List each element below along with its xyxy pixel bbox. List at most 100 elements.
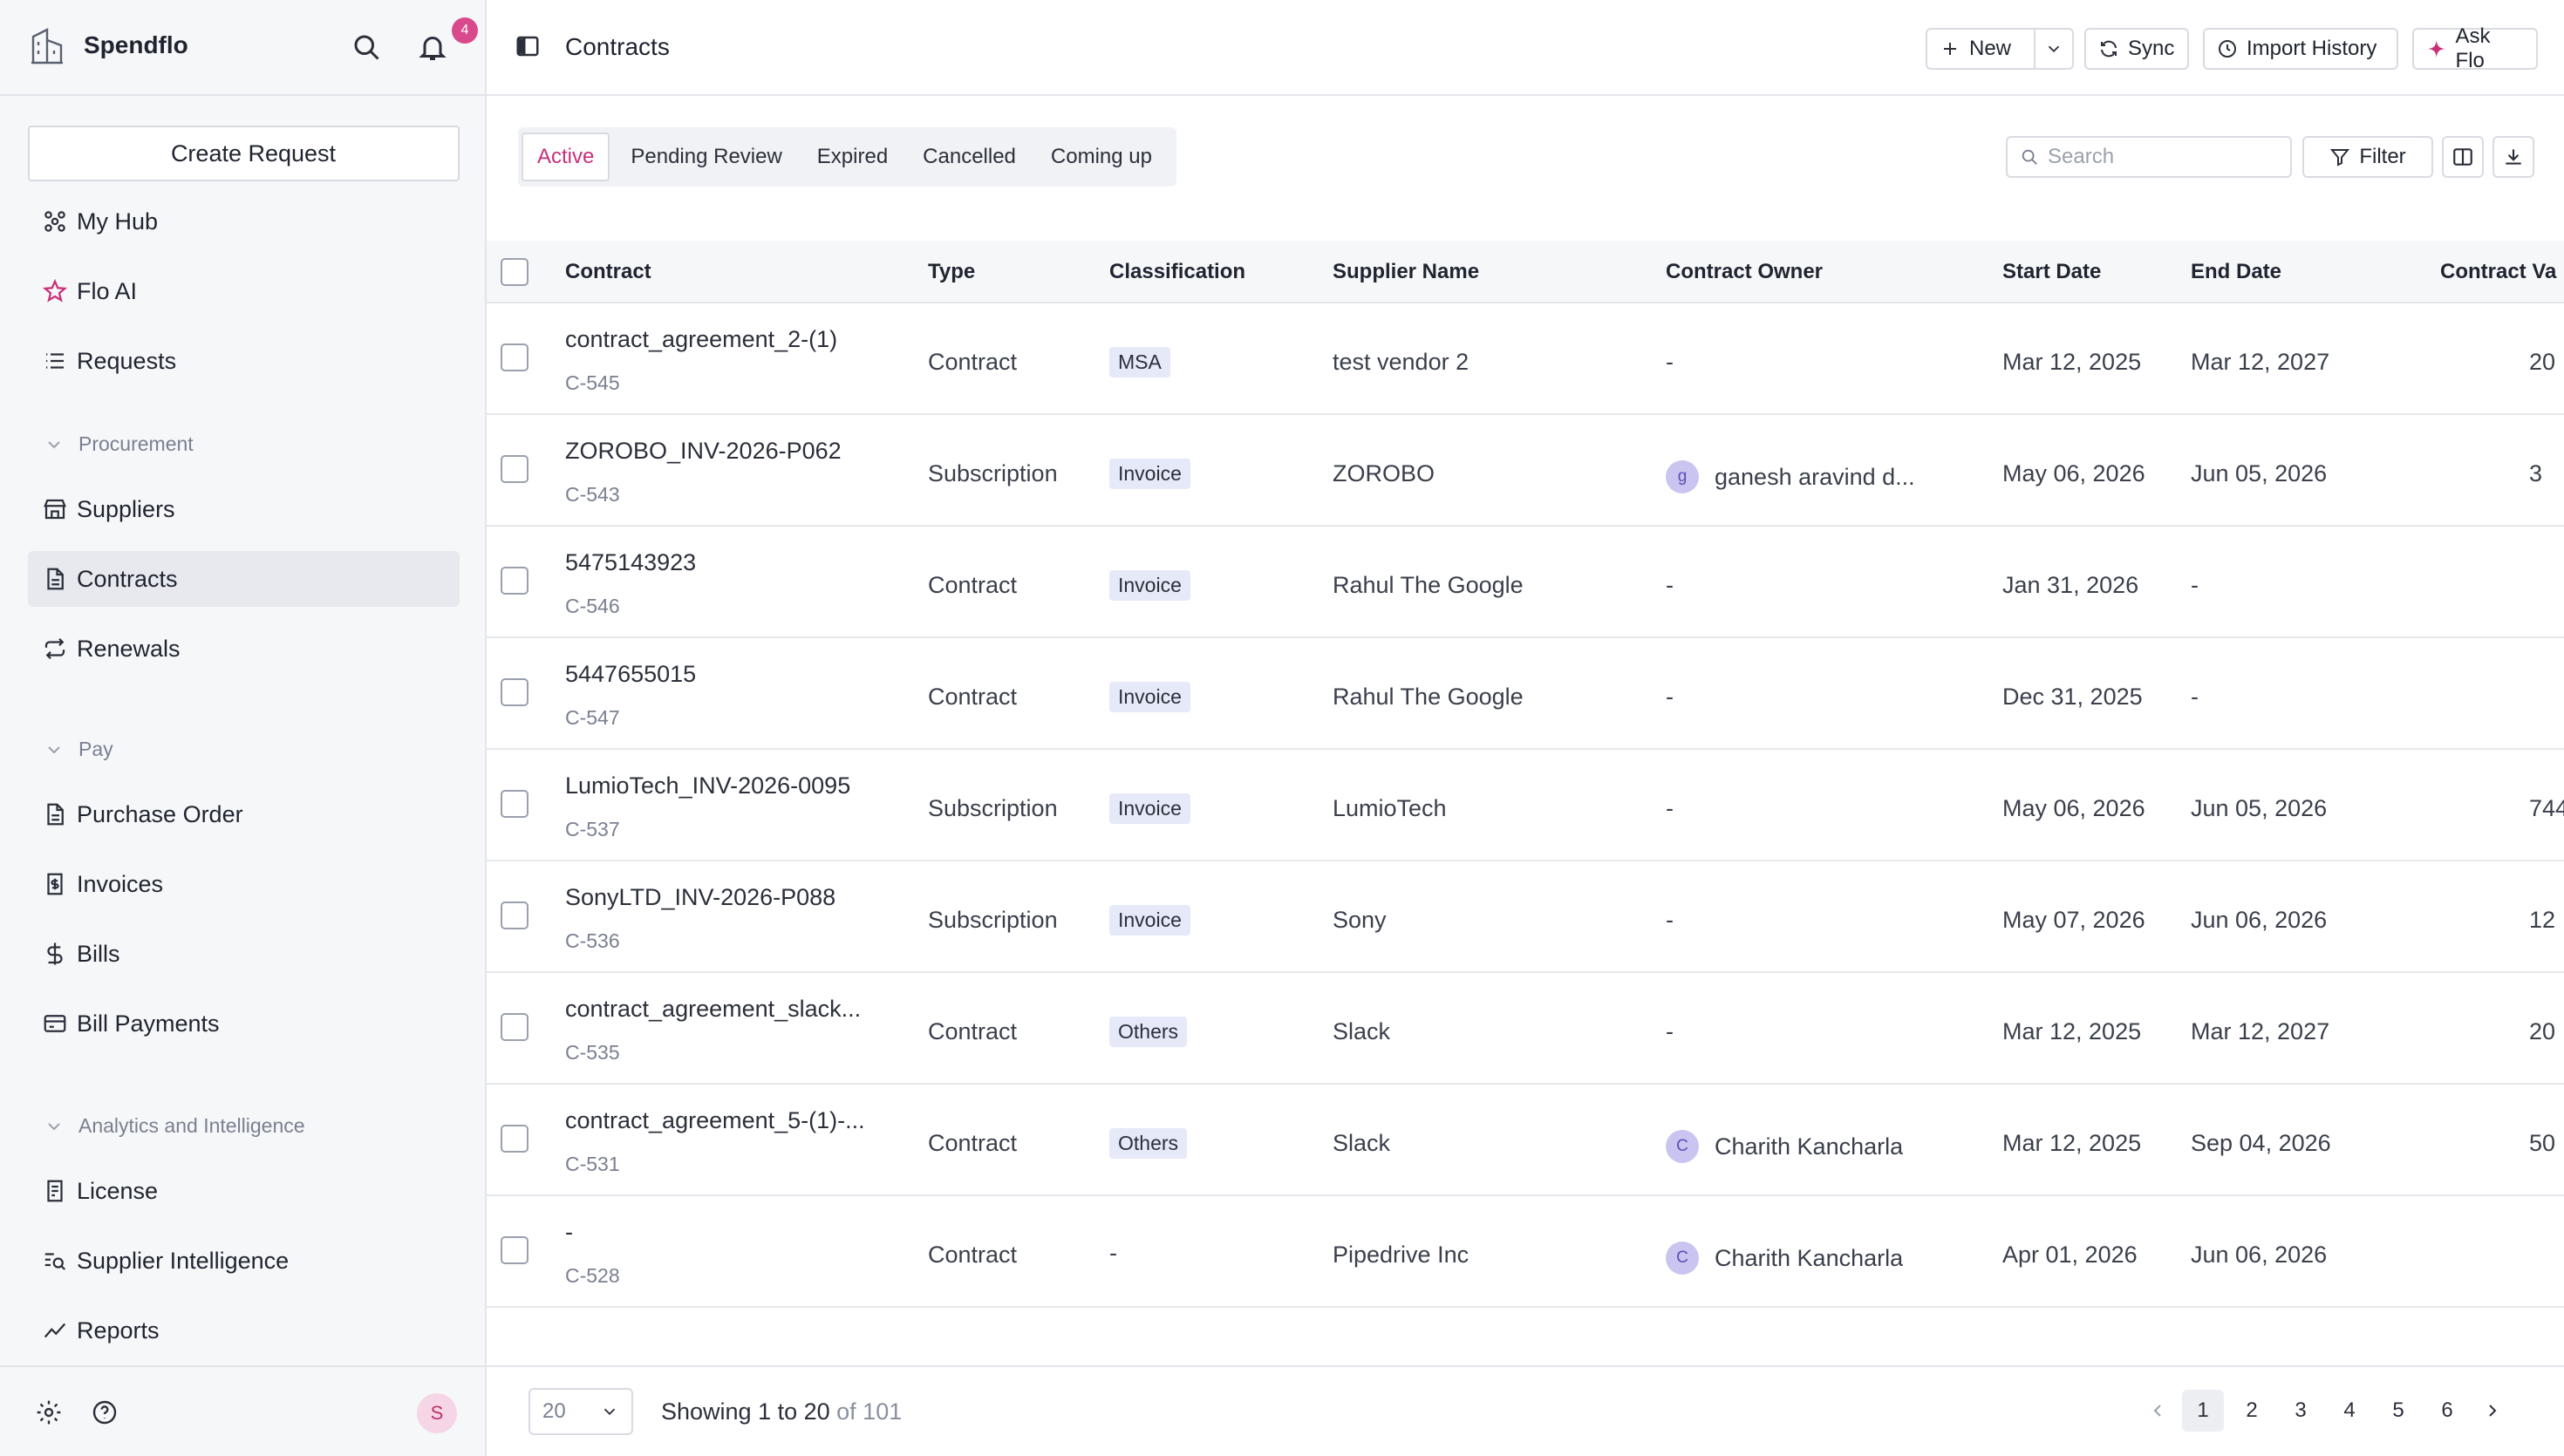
tab-active[interactable]: Active [522, 133, 610, 181]
search-input[interactable] [2048, 145, 2283, 169]
chevron-right-icon[interactable] [2482, 1400, 2503, 1421]
import-history-button[interactable]: Import History [2203, 28, 2398, 70]
sidebar-toggle-icon[interactable] [515, 33, 541, 59]
table-row[interactable]: contract_agreement_slack... C-535 Contract… [487, 973, 2564, 1085]
download-button[interactable] [2492, 136, 2534, 178]
row-checkbox[interactable] [501, 1013, 528, 1041]
page-number[interactable]: 2 [2231, 1390, 2273, 1432]
list-icon [46, 353, 64, 369]
sidebar-item-purchase-order[interactable]: Purchase Order [28, 786, 460, 842]
column-header-classification[interactable]: Classification [1109, 260, 1245, 284]
tab-expired[interactable]: Expired [803, 133, 902, 181]
contract-type: Subscription [928, 795, 1058, 821]
tab-pending-review[interactable]: Pending Review [617, 133, 795, 181]
row-checkbox[interactable] [501, 678, 528, 706]
table-row[interactable]: LumioTech_INV-2026-0095 C-537 Subscription… [487, 750, 2564, 861]
row-checkbox[interactable] [501, 344, 528, 371]
sidebar-item-flo-ai[interactable]: Flo AI [28, 263, 460, 319]
search-list-icon [44, 1253, 66, 1270]
create-request-button[interactable]: Create Request [28, 126, 460, 181]
sidebar-item-requests[interactable]: Requests [28, 333, 460, 389]
sidebar-item-label: Bills [77, 940, 120, 967]
sidebar-item-my-hub[interactable]: My Hub [28, 194, 460, 249]
help-icon[interactable] [91, 1398, 119, 1426]
chevron-left-icon[interactable] [2147, 1400, 2168, 1421]
table-row[interactable]: contract_agreement_5-(1)-... C-531 Contrac… [487, 1085, 2564, 1196]
page-number[interactable]: 3 [2280, 1390, 2322, 1432]
table-row[interactable]: contract_agreement_2-(1) C-545 Contract MSA… [487, 303, 2564, 415]
table-row[interactable]: SonyLTD_INV-2026-P088 C-536 Subscription In… [487, 861, 2564, 973]
chevron-down-icon [48, 1122, 60, 1130]
column-header-supplier[interactable]: Supplier Name [1333, 260, 1479, 284]
sidebar-item-suppliers[interactable]: Suppliers [28, 481, 460, 537]
sidebar-item-bills[interactable]: Bills [28, 926, 460, 982]
contract-name-link[interactable]: - [565, 1219, 573, 1246]
column-header-start-date[interactable]: Start Date [2002, 260, 2101, 284]
sidebar-item-license[interactable]: License [28, 1163, 460, 1219]
row-checkbox[interactable] [501, 455, 528, 483]
contract-type: Subscription [928, 460, 1058, 486]
row-checkbox[interactable] [501, 1125, 528, 1153]
user-avatar[interactable]: S [417, 1393, 457, 1433]
new-button[interactable]: New [1926, 28, 2036, 70]
new-dropdown-button[interactable] [2034, 28, 2074, 70]
contract-classification: Invoice [1109, 459, 1190, 489]
row-checkbox[interactable] [501, 567, 528, 595]
sidebar-item-contracts[interactable]: Contracts [28, 551, 460, 607]
contract-name-link[interactable]: contract_agreement_5-(1)-... [565, 1107, 865, 1134]
table-row[interactable]: - C-528 Contract - Pipedrive Inc C Charith Kan… [487, 1196, 2564, 1308]
search-icon[interactable] [351, 31, 382, 63]
classification-chip: Invoice [1109, 905, 1190, 936]
page-size-select[interactable]: 20 [528, 1388, 633, 1435]
filter-button[interactable]: Filter [2302, 136, 2433, 178]
sidebar-item-reports[interactable]: Reports [28, 1303, 460, 1358]
tab-cancelled[interactable]: Cancelled [909, 133, 1030, 181]
sidebar-item-invoices[interactable]: Invoices [28, 856, 460, 912]
bell-icon[interactable] [417, 31, 448, 63]
contract-name-link[interactable]: SonyLTD_INV-2026-P088 [565, 884, 835, 911]
section-analytics[interactable]: Analytics and Intelligence [44, 1114, 305, 1138]
ask-flo-button[interactable]: Ask Flo [2412, 24, 2538, 72]
section-pay[interactable]: Pay [44, 738, 113, 761]
contract-name-link[interactable]: ZOROBO_INV-2026-P062 [565, 438, 842, 465]
page-number[interactable]: 6 [2426, 1390, 2468, 1432]
sidebar-item-label: Suppliers [77, 495, 175, 522]
page-number[interactable]: 5 [2377, 1390, 2419, 1432]
column-header-owner[interactable]: Contract Owner [1666, 260, 1823, 284]
columns-button[interactable] [2442, 136, 2484, 178]
tab-coming-up[interactable]: Coming up [1037, 133, 1166, 181]
document-icon [47, 803, 64, 826]
page-number[interactable]: 4 [2329, 1390, 2370, 1432]
spendflo-logo-icon [31, 28, 63, 65]
table-row[interactable]: ZOROBO_INV-2026-P062 C-543 Subscription Inv… [487, 415, 2564, 527]
select-all-checkbox[interactable] [501, 258, 528, 286]
page-number[interactable]: 1 [2182, 1390, 2224, 1432]
sidebar-item-supplier-intelligence[interactable]: Supplier Intelligence [28, 1233, 460, 1289]
contract-name-link[interactable]: contract_agreement_slack... [565, 996, 861, 1023]
filter-icon [2330, 149, 2350, 167]
contract-id: C-528 [565, 1264, 620, 1287]
contract-owner: - [1666, 1018, 1674, 1045]
column-header-contract[interactable]: Contract [565, 260, 651, 284]
row-checkbox[interactable] [501, 1236, 528, 1264]
notification-badge: 4 [452, 17, 478, 44]
gear-icon[interactable] [35, 1398, 63, 1426]
contract-name-link[interactable]: contract_agreement_2-(1) [565, 326, 837, 353]
table-row[interactable]: 5475143923 C-546 Contract Invoice Rahul The … [487, 527, 2564, 638]
column-header-end-date[interactable]: End Date [2191, 260, 2281, 284]
sync-button[interactable]: Sync [2084, 28, 2189, 70]
table-row[interactable]: 5447655015 C-547 Contract Invoice Rahul The … [487, 638, 2564, 750]
contract-classification: Invoice [1109, 570, 1190, 601]
contract-name-link[interactable]: 5475143923 [565, 549, 696, 576]
sidebar-item-renewals[interactable]: Renewals [28, 621, 460, 677]
contract-name-link[interactable]: 5447655015 [565, 661, 696, 688]
dollar-icon [47, 942, 63, 965]
row-checkbox[interactable] [501, 790, 528, 818]
section-procurement[interactable]: Procurement [44, 432, 194, 456]
column-header-type[interactable]: Type [928, 260, 975, 284]
column-header-contract-value[interactable]: Contract Va [2440, 260, 2556, 284]
row-checkbox[interactable] [501, 901, 528, 929]
sidebar-item-bill-payments[interactable]: Bill Payments [28, 996, 460, 1051]
owner-name: - [1666, 907, 1674, 933]
contract-name-link[interactable]: LumioTech_INV-2026-0095 [565, 772, 850, 799]
